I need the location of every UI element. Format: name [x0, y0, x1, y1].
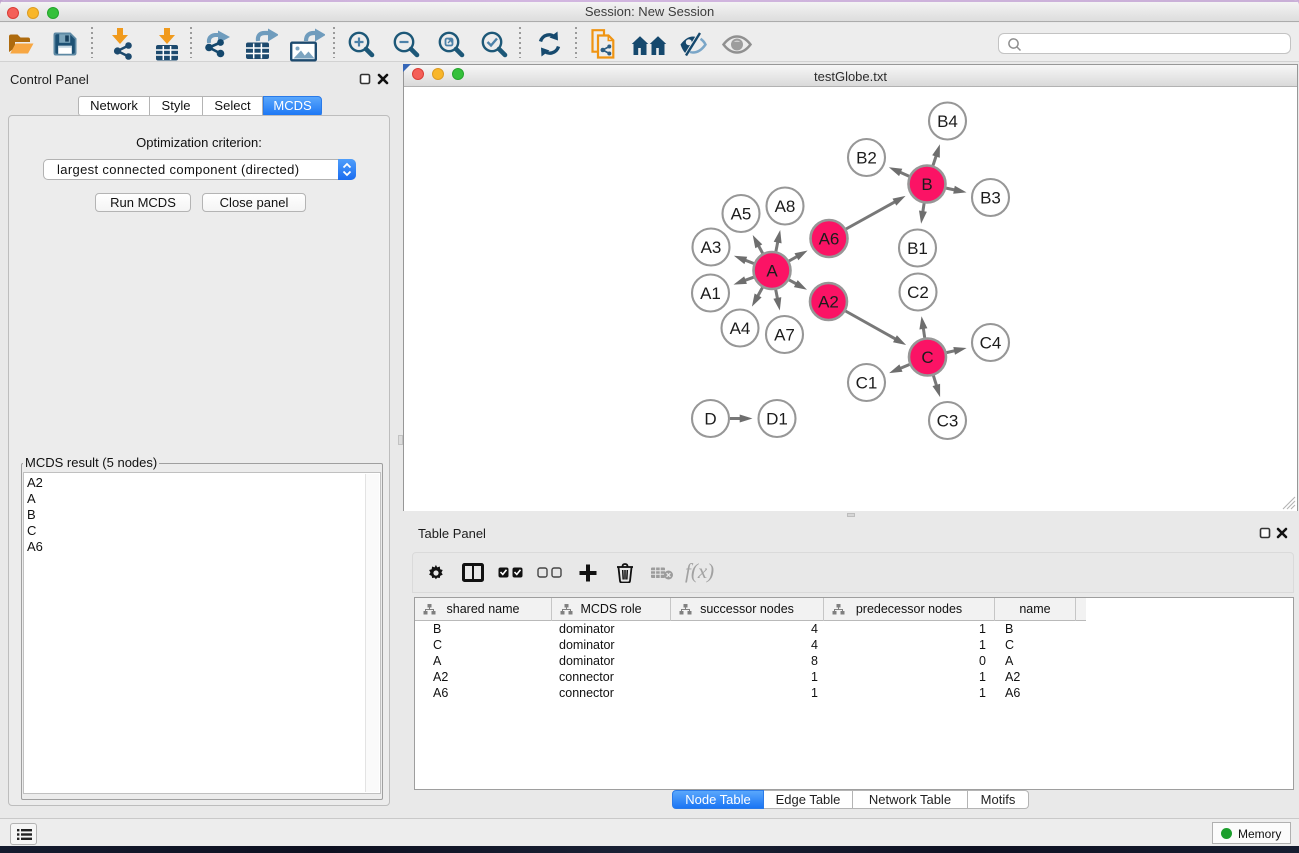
svg-text:B: B: [921, 175, 932, 194]
svg-text:A3: A3: [701, 238, 722, 257]
svg-text:D: D: [704, 410, 716, 429]
svg-text:D1: D1: [766, 410, 788, 429]
svg-text:A8: A8: [775, 197, 796, 216]
svg-text:B3: B3: [980, 189, 1001, 208]
svg-text:A5: A5: [731, 205, 752, 224]
svg-text:A4: A4: [730, 319, 751, 338]
svg-text:C: C: [921, 348, 933, 367]
svg-text:A1: A1: [700, 284, 721, 303]
svg-text:C2: C2: [907, 283, 929, 302]
svg-text:C4: C4: [980, 334, 1002, 353]
svg-text:B4: B4: [937, 112, 958, 131]
svg-text:C1: C1: [856, 374, 878, 393]
svg-text:B2: B2: [856, 149, 877, 168]
svg-text:A2: A2: [818, 293, 839, 312]
svg-text:A: A: [766, 262, 778, 281]
svg-text:A6: A6: [819, 230, 840, 249]
svg-text:C3: C3: [937, 412, 959, 431]
svg-text:A7: A7: [774, 326, 795, 345]
svg-text:B1: B1: [907, 239, 928, 258]
